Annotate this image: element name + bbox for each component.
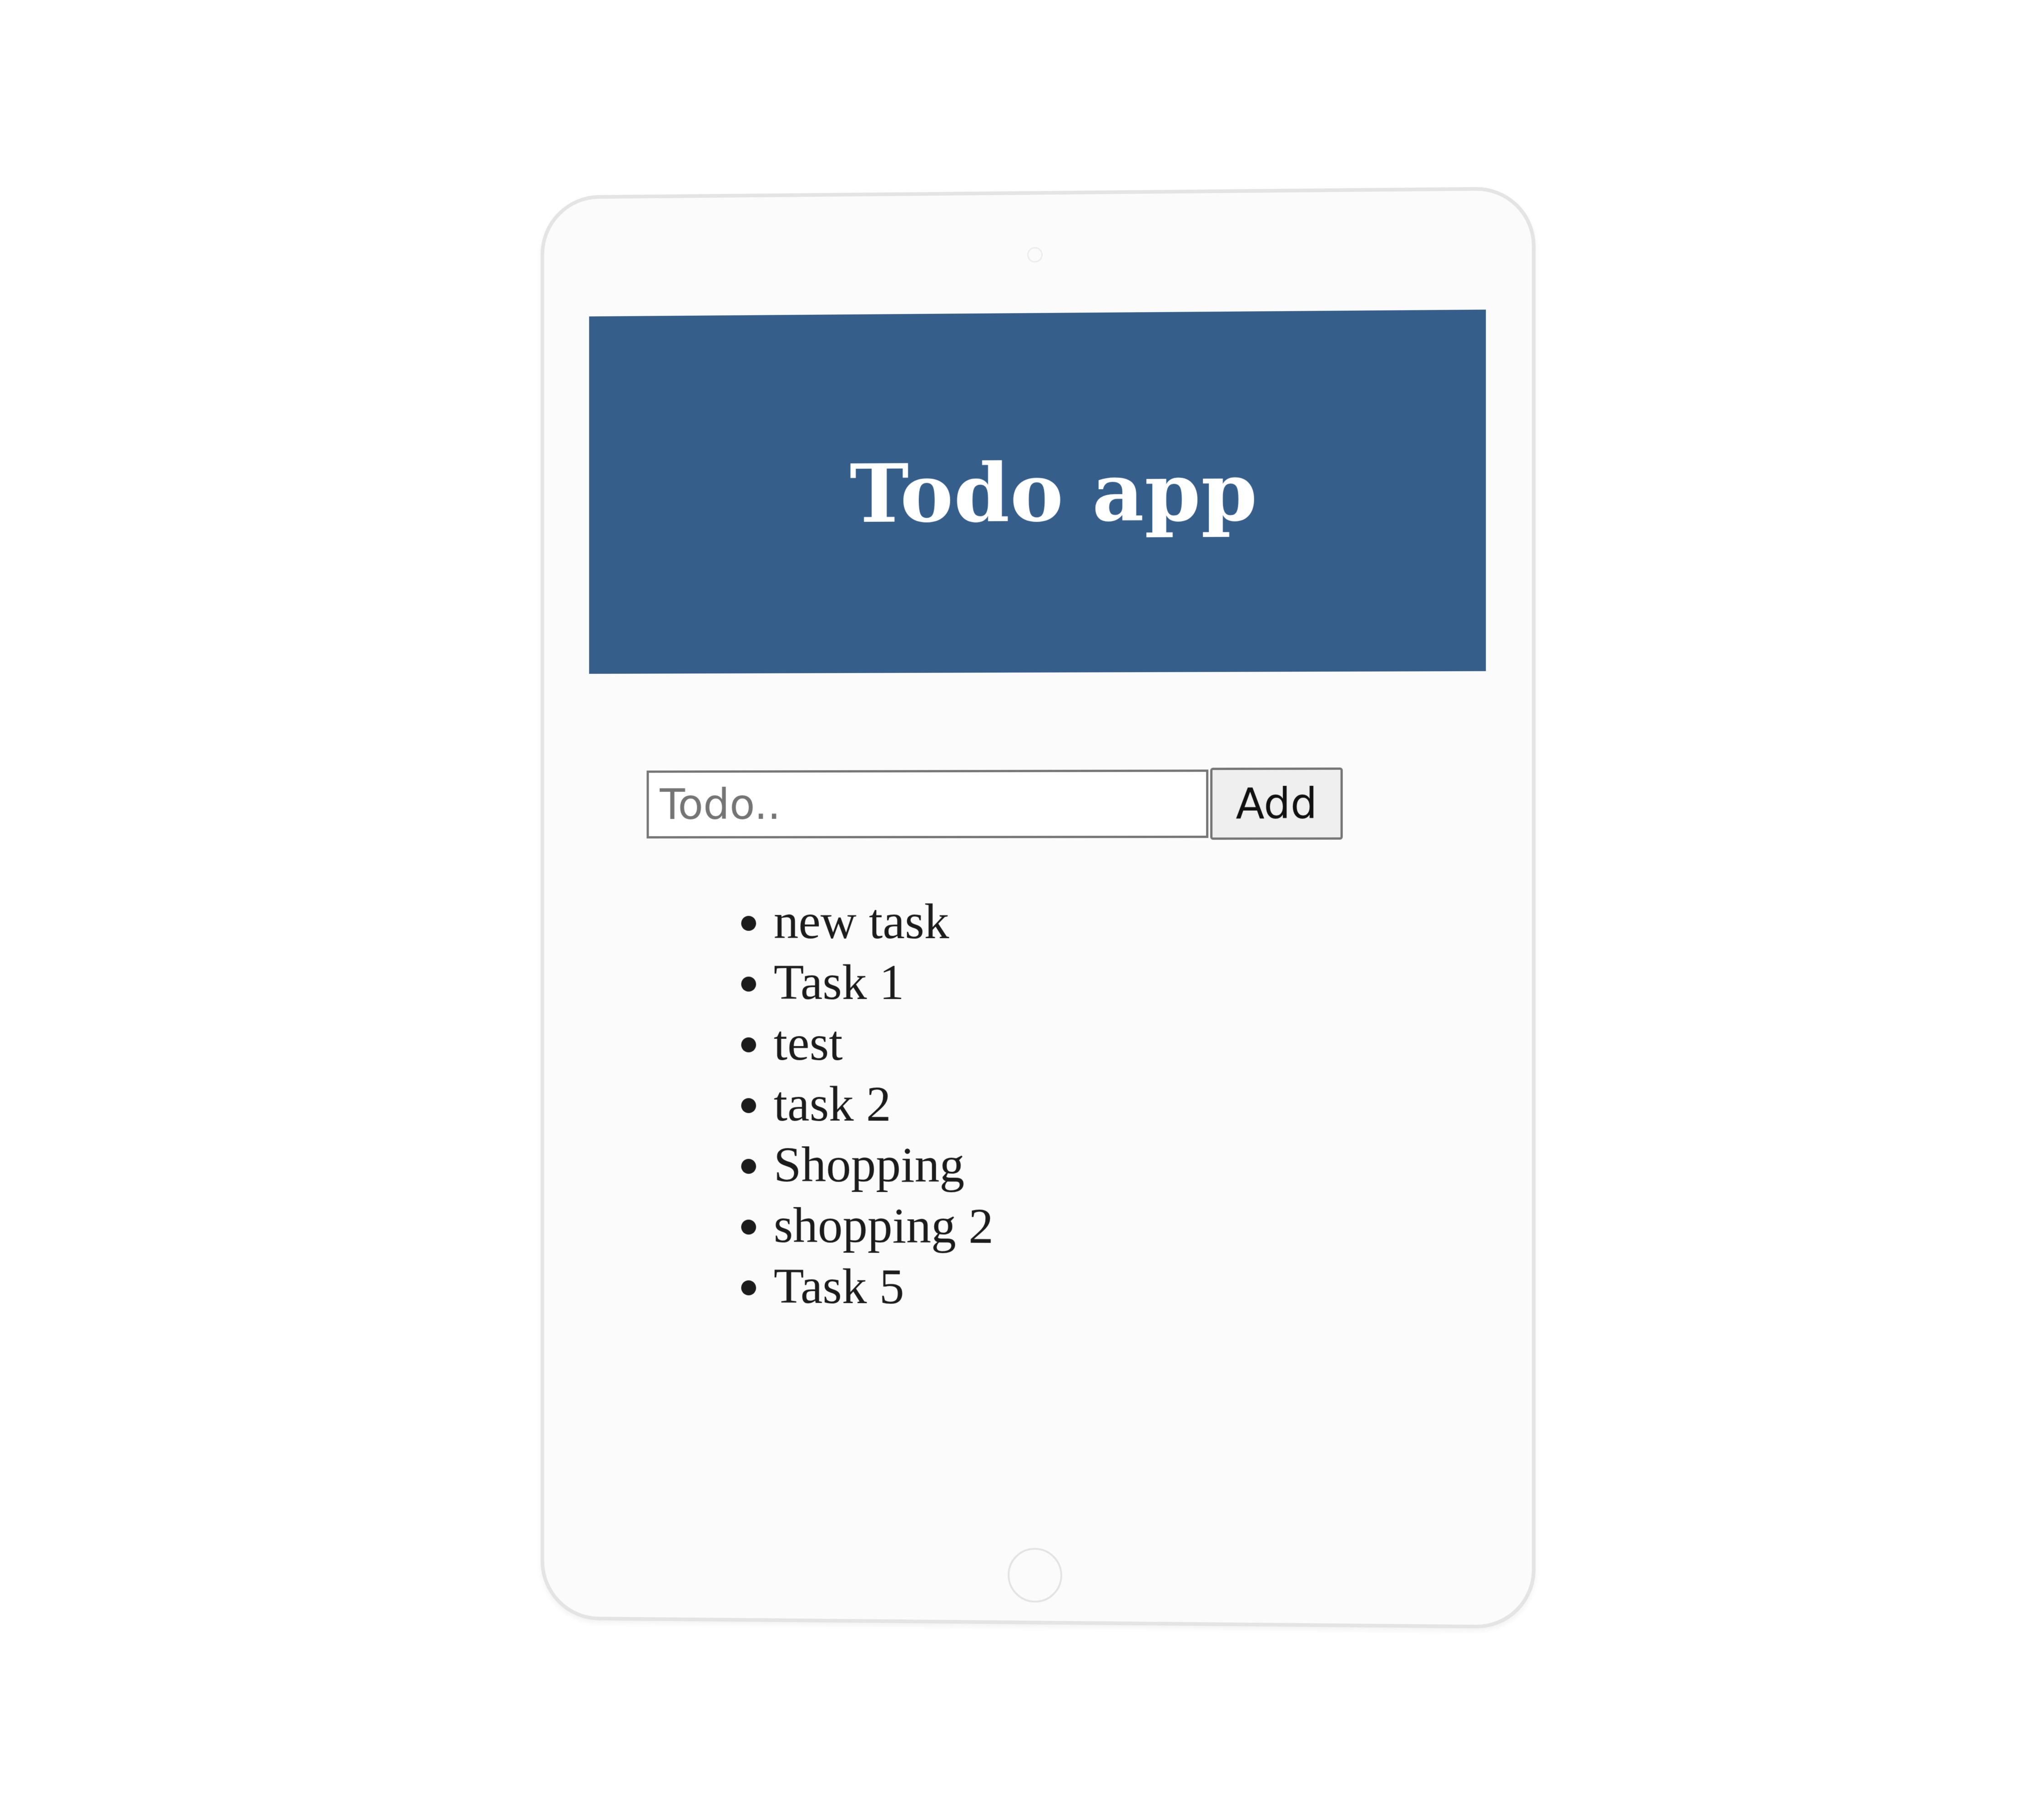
todo-item: Shopping [774, 1134, 994, 1195]
app-header: Todo app [589, 309, 1486, 674]
stage: Todo app Add new task Task 1 test task 2… [0, 0, 2038, 1820]
todo-item: Task 1 [774, 952, 994, 1013]
todo-item: shopping 2 [774, 1195, 994, 1257]
tablet-frame: Todo app Add new task Task 1 test task 2… [540, 186, 1536, 1629]
todo-item: new task [774, 891, 994, 952]
todo-input[interactable] [646, 769, 1209, 839]
todo-item: task 2 [774, 1073, 994, 1135]
add-button[interactable]: Add [1210, 767, 1343, 840]
app-title: Todo app [849, 444, 1258, 541]
add-todo-form: Add [646, 767, 1343, 840]
todo-item: test [774, 1012, 994, 1074]
tablet-screen: Todo app Add new task Task 1 test task 2… [589, 309, 1486, 1519]
camera-icon [1027, 247, 1043, 263]
home-button[interactable] [1008, 1547, 1062, 1603]
todo-item: Task 5 [774, 1255, 994, 1317]
todo-list: new task Task 1 test task 2 Shopping sho… [720, 891, 994, 1318]
